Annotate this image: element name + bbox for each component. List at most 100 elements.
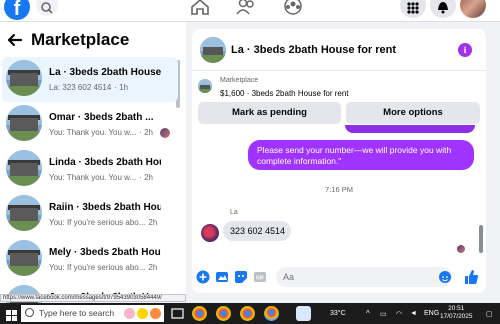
conversation-name: Mely · 3beds 2bath Hou...: [49, 247, 161, 258]
conversation-time: 2h: [148, 218, 158, 227]
mark-as-pending-button[interactable]: Mark as pending: [198, 102, 341, 124]
chrome-icon-2[interactable]: [216, 306, 231, 321]
conversation-list: La · 3beds 2bath House ... La: 323 602 45…: [0, 57, 182, 324]
seen-indicator-avatar: [160, 128, 170, 138]
svg-text:GIF: GIF: [256, 276, 264, 282]
image-icon[interactable]: [215, 270, 229, 284]
chrome-icon-4[interactable]: [264, 306, 279, 321]
chrome-icon-3[interactable]: [240, 306, 255, 321]
search-highlight-icon-3: [150, 308, 161, 319]
seen-indicator-avatar: [457, 245, 465, 253]
status-url: https://www.facebook.com/messages/t/9795…: [0, 294, 186, 302]
conversation-item[interactable]: Mely · 3beds 2bath Hou... You: If you're …: [2, 237, 178, 282]
search-icon[interactable]: [36, 0, 58, 16]
listing-summary[interactable]: Marketplace $1,600 · 3beds 2bath House f…: [198, 75, 480, 101]
menu-grid-icon[interactable]: [400, 0, 426, 18]
outgoing-message-partial: [345, 125, 475, 133]
notifications-icon[interactable]: [430, 0, 456, 18]
listing-label: Marketplace: [220, 77, 259, 84]
listing-thumbnail: [6, 195, 42, 231]
info-icon[interactable]: i: [458, 43, 472, 57]
conversation-preview-text: You: If you're serious abo...: [49, 218, 146, 227]
sender-name: La: [230, 209, 238, 216]
listing-thumbnail[interactable]: [200, 37, 226, 63]
incoming-message: 323 602 4514: [223, 221, 291, 241]
conversation-preview: You: If you're serious abo...2h: [49, 263, 157, 272]
taskbar-clock[interactable]: 20:51 17/07/2025: [440, 305, 473, 321]
taskbar-search-placeholder: Type here to search: [39, 308, 115, 318]
clock-time: 20:51: [448, 305, 465, 312]
message-composer: GIF: [192, 265, 486, 293]
conversation-preview: You: If you're serious abo...2h: [49, 218, 157, 227]
conversation-time: · 2h: [139, 128, 153, 137]
chat-header: La · 3beds 2bath House for rent i: [192, 29, 486, 71]
chrome-icon[interactable]: [192, 306, 207, 321]
message-thread: Please send your number—we will provide …: [192, 125, 486, 261]
groups-icon[interactable]: [281, 0, 305, 15]
weather-temperature[interactable]: 33°C: [330, 310, 346, 317]
conversation-item[interactable]: Omar · 3beds 2bath ... You: Thank you. Yo…: [2, 102, 178, 147]
conversation-preview: You: Thank you. You w... · 2h: [49, 173, 153, 182]
facebook-logo-icon[interactable]: f: [4, 0, 30, 20]
listing-thumbnail: [6, 150, 42, 186]
gif-icon[interactable]: GIF: [253, 270, 267, 284]
outgoing-message: Please send your number—we will provide …: [248, 140, 474, 170]
conversation-time: · 2h: [139, 173, 153, 182]
windows-taskbar: Type here to search 33°C ^ ▭ ◠ ◄ ENG 20:…: [0, 303, 500, 324]
conversation-time: 2h: [148, 263, 158, 272]
conversation-item[interactable]: Linda · 3beds 2bath Hou... You: Thank you…: [2, 147, 178, 192]
listing-thumbnail: [6, 240, 42, 276]
listing-price: $1,600 · 3beds 2bath House for rent: [220, 89, 349, 98]
app-icon[interactable]: [296, 306, 311, 321]
like-icon[interactable]: [463, 269, 478, 284]
sender-avatar[interactable]: [201, 224, 219, 242]
message-timestamp: 7:16 PM: [325, 185, 353, 194]
conversation-name: Linda · 3beds 2bath Hou...: [49, 157, 161, 168]
volume-icon[interactable]: ◄: [410, 310, 417, 317]
conversation-name: Omar · 3beds 2bath ...: [49, 112, 154, 123]
conversation-preview: You: Thank you. You w... · 2h: [49, 128, 153, 137]
tray-chevron-icon[interactable]: ^: [366, 309, 370, 318]
clock-date: 17/07/2025: [440, 313, 473, 320]
conversation-preview-text: La: 323 602 4514: [49, 83, 112, 92]
chat-title[interactable]: La · 3beds 2bath House for rent: [231, 44, 396, 56]
marketplace-sidebar: Marketplace La · 3beds 2bath House ... La…: [0, 22, 186, 321]
message-input[interactable]: [276, 267, 452, 287]
notification-center-icon[interactable]: ▢: [486, 310, 493, 318]
conversation-time: · 1h: [114, 83, 129, 92]
windows-start-icon[interactable]: [6, 308, 17, 321]
conversation-item[interactable]: La · 3beds 2bath House ... La: 323 602 45…: [2, 57, 178, 102]
conversation-preview-text: You: Thank you. You w...: [49, 173, 137, 182]
conversation-preview-text: You: Thank you. You w...: [49, 128, 137, 137]
listing-small-thumbnail: [198, 79, 212, 93]
sticker-icon[interactable]: [234, 270, 248, 284]
back-arrow-icon[interactable]: [6, 29, 24, 51]
listing-thumbnail: [6, 60, 42, 96]
conversation-name: Raiin · 3beds 2bath Hou...: [49, 202, 161, 213]
language-indicator[interactable]: ENG: [424, 310, 439, 317]
profile-avatar[interactable]: [460, 0, 486, 18]
more-options-button[interactable]: More options: [346, 102, 480, 124]
chat-scrollbar[interactable]: [479, 225, 483, 253]
task-view-icon[interactable]: [170, 306, 185, 321]
listing-thumbnail: [6, 105, 42, 141]
conversation-item[interactable]: Raiin · 3beds 2bath Hou... You: If you're…: [2, 192, 178, 237]
search-highlight-icon-2: [137, 308, 148, 319]
chat-window: La · 3beds 2bath House for rent i Market…: [192, 29, 486, 293]
search-highlight-icon: [124, 308, 135, 319]
friends-icon[interactable]: [234, 0, 258, 15]
home-icon[interactable]: [188, 0, 212, 15]
add-icon[interactable]: [196, 270, 210, 284]
sidebar-header: Marketplace: [0, 28, 186, 54]
page-title: Marketplace: [31, 30, 130, 49]
conversation-preview-text: You: If you're serious abo...: [49, 263, 146, 272]
emoji-icon[interactable]: [439, 271, 451, 283]
network-icon[interactable]: ▭: [380, 310, 387, 318]
listing-actions: Mark as pending More options: [198, 102, 480, 124]
taskbar-search-input[interactable]: Type here to search: [21, 305, 164, 322]
conversation-preview: La: 323 602 4514 · 1h: [49, 83, 128, 92]
conversation-name: La · 3beds 2bath House ...: [49, 67, 161, 78]
wifi-icon[interactable]: ◠: [396, 310, 402, 318]
search-icon: [25, 308, 34, 317]
top-navigation-bar: f: [0, 0, 500, 22]
